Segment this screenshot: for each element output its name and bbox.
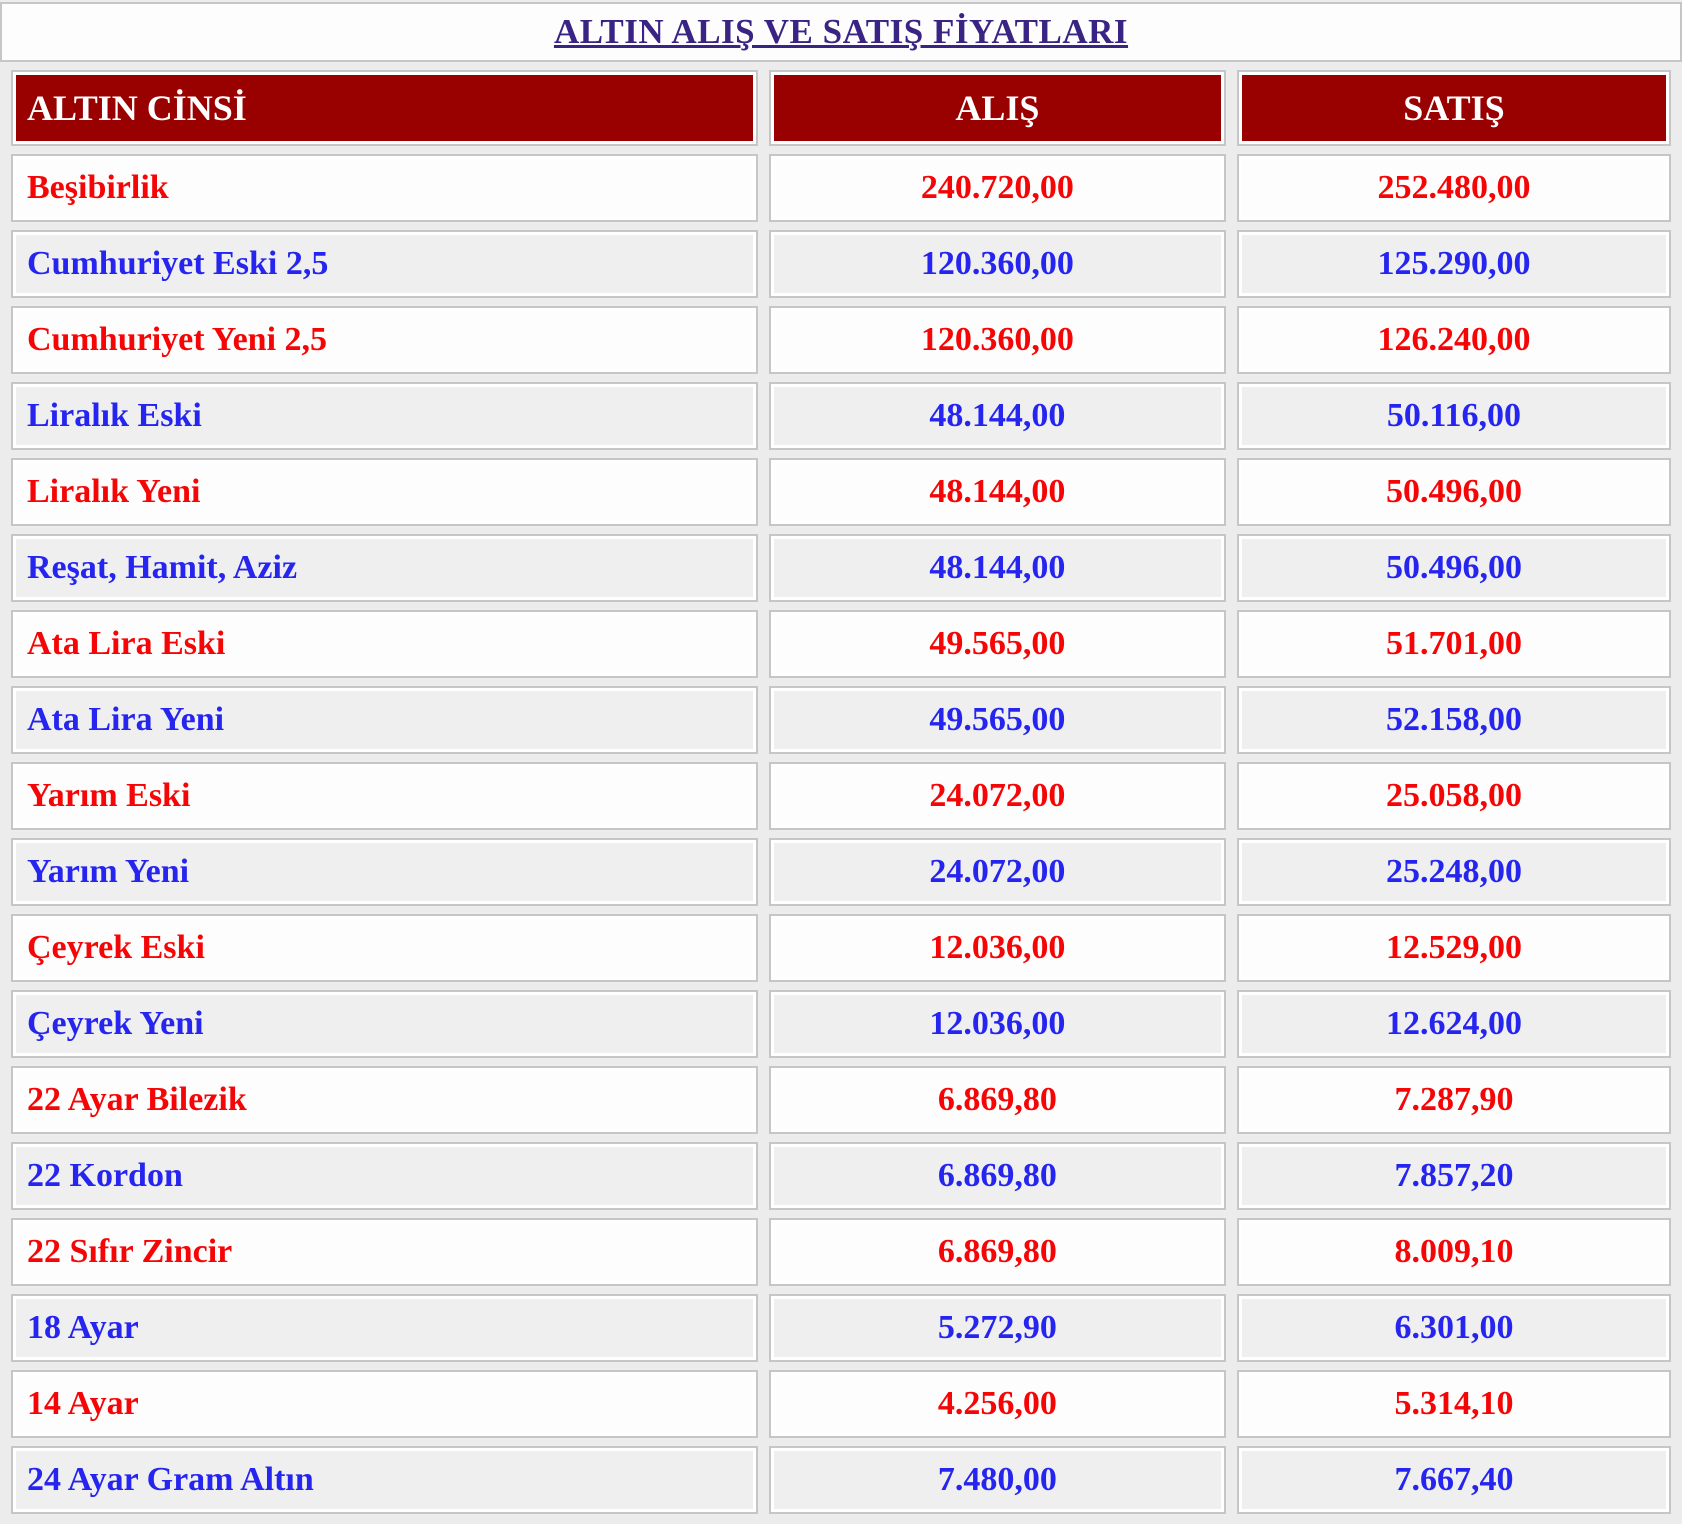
gold-type-cell: Yarım Eski bbox=[11, 762, 758, 830]
gold-type-cell: Cumhuriyet Eski 2,5 bbox=[11, 230, 758, 298]
sell-price-cell: 50.496,00 bbox=[1236, 458, 1671, 526]
sell-price-cell: 52.158,00 bbox=[1236, 686, 1671, 754]
table-row: 14 Ayar 4.256,00 5.314,10 bbox=[11, 1370, 1671, 1438]
gold-type-cell: Ata Lira Yeni bbox=[11, 686, 758, 754]
gold-prices-page: ALTIN ALIŞ VE SATIŞ FİYATLARI ALTIN CİNS… bbox=[0, 2, 1682, 1522]
table-row: Çeyrek Yeni 12.036,00 12.624,00 bbox=[11, 990, 1671, 1058]
gold-type-cell: Ata Lira Eski bbox=[11, 610, 758, 678]
buy-price-cell: 120.360,00 bbox=[768, 306, 1226, 374]
table-row: 24 Ayar Gram Altın 7.480,00 7.667,40 bbox=[11, 1446, 1671, 1514]
buy-price-cell: 49.565,00 bbox=[768, 686, 1226, 754]
gold-type-cell: Reşat, Hamit, Aziz bbox=[11, 534, 758, 602]
table-row: Yarım Eski 24.072,00 25.058,00 bbox=[11, 762, 1671, 830]
table-row: Yarım Yeni 24.072,00 25.248,00 bbox=[11, 838, 1671, 906]
sell-price-cell: 7.857,20 bbox=[1236, 1142, 1671, 1210]
buy-price-cell: 48.144,00 bbox=[768, 534, 1226, 602]
table-row: Ata Lira Yeni 49.565,00 52.158,00 bbox=[11, 686, 1671, 754]
sell-price-cell: 25.058,00 bbox=[1236, 762, 1671, 830]
buy-price-cell: 5.272,90 bbox=[768, 1294, 1226, 1362]
sell-price-cell: 126.240,00 bbox=[1236, 306, 1671, 374]
gold-type-cell: Liralık Yeni bbox=[11, 458, 758, 526]
gold-type-cell: 22 Kordon bbox=[11, 1142, 758, 1210]
buy-price-cell: 24.072,00 bbox=[768, 838, 1226, 906]
sell-price-cell: 5.314,10 bbox=[1236, 1370, 1671, 1438]
buy-price-cell: 48.144,00 bbox=[768, 458, 1226, 526]
table-row: Liralık Yeni 48.144,00 50.496,00 bbox=[11, 458, 1671, 526]
table-row: 18 Ayar 5.272,90 6.301,00 bbox=[11, 1294, 1671, 1362]
table-row: 22 Kordon 6.869,80 7.857,20 bbox=[11, 1142, 1671, 1210]
gold-type-cell: 22 Ayar Bilezik bbox=[11, 1066, 758, 1134]
buy-price-cell: 24.072,00 bbox=[768, 762, 1226, 830]
buy-price-cell: 48.144,00 bbox=[768, 382, 1226, 450]
sell-price-cell: 6.301,00 bbox=[1236, 1294, 1671, 1362]
gold-type-cell: Liralık Eski bbox=[11, 382, 758, 450]
gold-prices-table: ALTIN CİNSİ ALIŞ SATIŞ Beşibirlik 240.720… bbox=[0, 62, 1682, 1522]
sell-price-cell: 50.496,00 bbox=[1236, 534, 1671, 602]
buy-price-cell: 4.256,00 bbox=[768, 1370, 1226, 1438]
sell-price-cell: 8.009,10 bbox=[1236, 1218, 1671, 1286]
buy-price-cell: 6.869,80 bbox=[768, 1142, 1226, 1210]
gold-type-cell: Çeyrek Eski bbox=[11, 914, 758, 982]
gold-type-cell: Beşibirlik bbox=[11, 154, 758, 222]
sell-price-cell: 51.701,00 bbox=[1236, 610, 1671, 678]
table-row: Reşat, Hamit, Aziz 48.144,00 50.496,00 bbox=[11, 534, 1671, 602]
sell-price-cell: 12.529,00 bbox=[1236, 914, 1671, 982]
gold-type-cell: Yarım Yeni bbox=[11, 838, 758, 906]
buy-price-cell: 12.036,00 bbox=[768, 990, 1226, 1058]
buy-price-cell: 120.360,00 bbox=[768, 230, 1226, 298]
sell-price-cell: 25.248,00 bbox=[1236, 838, 1671, 906]
table-row: Cumhuriyet Eski 2,5 120.360,00 125.290,00 bbox=[11, 230, 1671, 298]
column-header-gold-type: ALTIN CİNSİ bbox=[11, 70, 758, 146]
table-row: Cumhuriyet Yeni 2,5 120.360,00 126.240,00 bbox=[11, 306, 1671, 374]
table-row: Liralık Eski 48.144,00 50.116,00 bbox=[11, 382, 1671, 450]
gold-type-cell: 24 Ayar Gram Altın bbox=[11, 1446, 758, 1514]
table-row: 22 Sıfır Zincir 6.869,80 8.009,10 bbox=[11, 1218, 1671, 1286]
gold-type-cell: 14 Ayar bbox=[11, 1370, 758, 1438]
page-title-bar: ALTIN ALIŞ VE SATIŞ FİYATLARI bbox=[0, 2, 1682, 62]
table-row: 22 Ayar Bilezik 6.869,80 7.287,90 bbox=[11, 1066, 1671, 1134]
sell-price-cell: 252.480,00 bbox=[1236, 154, 1671, 222]
gold-type-cell: Cumhuriyet Yeni 2,5 bbox=[11, 306, 758, 374]
table-row: Beşibirlik 240.720,00 252.480,00 bbox=[11, 154, 1671, 222]
gold-type-cell: 18 Ayar bbox=[11, 1294, 758, 1362]
column-header-sell: SATIŞ bbox=[1236, 70, 1671, 146]
sell-price-cell: 12.624,00 bbox=[1236, 990, 1671, 1058]
table-row: Ata Lira Eski 49.565,00 51.701,00 bbox=[11, 610, 1671, 678]
buy-price-cell: 6.869,80 bbox=[768, 1066, 1226, 1134]
sell-price-cell: 125.290,00 bbox=[1236, 230, 1671, 298]
gold-type-cell: Çeyrek Yeni bbox=[11, 990, 758, 1058]
buy-price-cell: 49.565,00 bbox=[768, 610, 1226, 678]
buy-price-cell: 7.480,00 bbox=[768, 1446, 1226, 1514]
sell-price-cell: 50.116,00 bbox=[1236, 382, 1671, 450]
column-header-buy: ALIŞ bbox=[768, 70, 1226, 146]
table-header-row: ALTIN CİNSİ ALIŞ SATIŞ bbox=[11, 70, 1671, 146]
page-title-link[interactable]: ALTIN ALIŞ VE SATIŞ FİYATLARI bbox=[554, 12, 1128, 52]
buy-price-cell: 240.720,00 bbox=[768, 154, 1226, 222]
buy-price-cell: 6.869,80 bbox=[768, 1218, 1226, 1286]
table-row: Çeyrek Eski 12.036,00 12.529,00 bbox=[11, 914, 1671, 982]
gold-type-cell: 22 Sıfır Zincir bbox=[11, 1218, 758, 1286]
sell-price-cell: 7.287,90 bbox=[1236, 1066, 1671, 1134]
sell-price-cell: 7.667,40 bbox=[1236, 1446, 1671, 1514]
buy-price-cell: 12.036,00 bbox=[768, 914, 1226, 982]
